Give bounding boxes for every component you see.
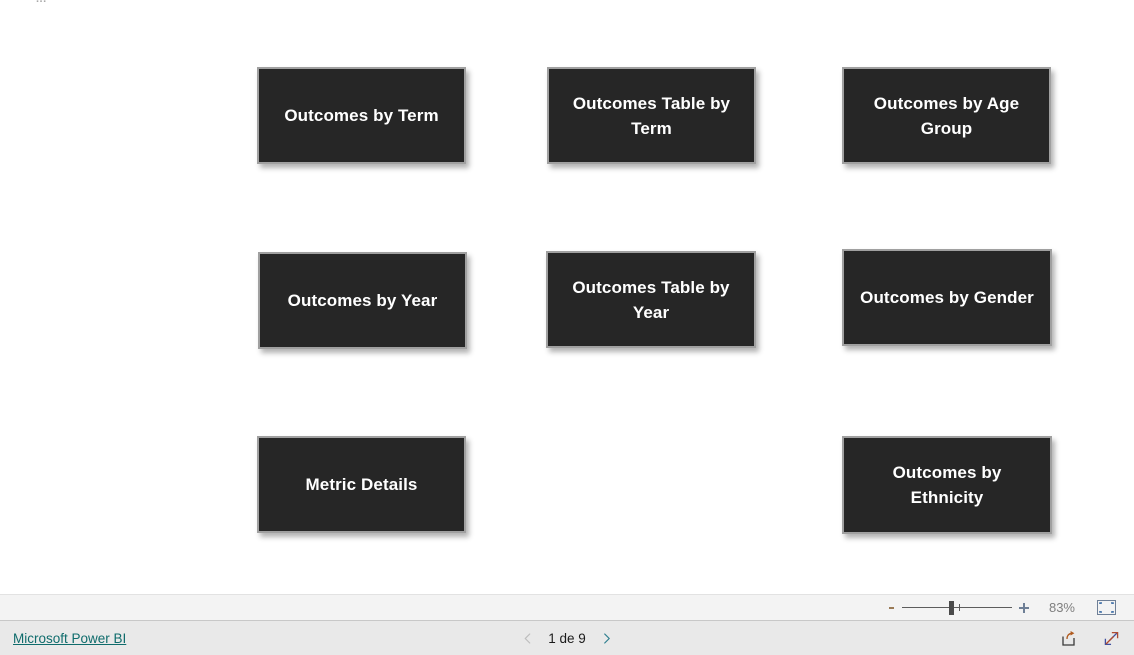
- nav-button-label: Outcomes by Year: [287, 291, 438, 310]
- nav-button-label: Outcomes by Age Group: [873, 93, 1020, 138]
- nav-button-outcomes-table-by-year[interactable]: Outcomes Table by Year: [546, 251, 756, 348]
- chevron-left-icon[interactable]: [521, 632, 534, 645]
- nav-button-outcomes-table-by-term[interactable]: Outcomes Table by Term: [547, 67, 756, 164]
- nav-button-outcomes-by-ethnicity[interactable]: Outcomes by Ethnicity: [842, 436, 1052, 534]
- page-indicator: 1 de 9: [548, 630, 586, 646]
- zoom-slider-tick: [959, 603, 960, 611]
- chevron-right-icon[interactable]: [600, 632, 613, 645]
- share-icon[interactable]: [1060, 630, 1077, 647]
- zoom-toolbar: 83%: [0, 594, 1134, 621]
- nav-button-label: Metric Details: [305, 475, 418, 494]
- nav-button-outcomes-by-age-group[interactable]: Outcomes by Age Group: [842, 67, 1051, 164]
- zoom-slider-handle[interactable]: [949, 600, 954, 615]
- nav-button-label: Outcomes Table by Year: [572, 277, 730, 322]
- nav-button-outcomes-by-term[interactable]: Outcomes by Term: [257, 67, 466, 164]
- clipped-text-artifact: ...: [36, 0, 47, 5]
- zoom-out-icon[interactable]: [884, 601, 898, 615]
- nav-button-label: Outcomes by Ethnicity: [892, 463, 1002, 507]
- nav-button-label: Outcomes by Gender: [860, 288, 1034, 307]
- footer-actions: [1060, 630, 1120, 647]
- fullscreen-icon[interactable]: [1103, 630, 1120, 647]
- nav-button-label: Outcomes by Term: [284, 106, 439, 125]
- nav-button-metric-details[interactable]: Metric Details: [257, 436, 466, 533]
- zoom-slider-track: [902, 606, 1012, 608]
- zoom-level-label: 83%: [1048, 600, 1075, 615]
- footer-bar: Microsoft Power BI 1 de 9: [0, 621, 1134, 655]
- zoom-in-icon[interactable]: [1017, 601, 1031, 615]
- nav-button-outcomes-by-year[interactable]: Outcomes by Year: [258, 252, 467, 349]
- nav-button-outcomes-by-gender[interactable]: Outcomes by Gender: [842, 249, 1052, 346]
- fit-to-page-icon[interactable]: [1097, 600, 1116, 615]
- microsoft-power-bi-link[interactable]: Microsoft Power BI: [13, 631, 126, 646]
- report-canvas: ... Outcomes by Term Outcomes Table by T…: [0, 0, 1134, 594]
- zoom-slider[interactable]: [902, 600, 1012, 616]
- nav-button-label: Outcomes Table by Term: [572, 93, 731, 138]
- page-navigation: 1 de 9: [521, 631, 613, 646]
